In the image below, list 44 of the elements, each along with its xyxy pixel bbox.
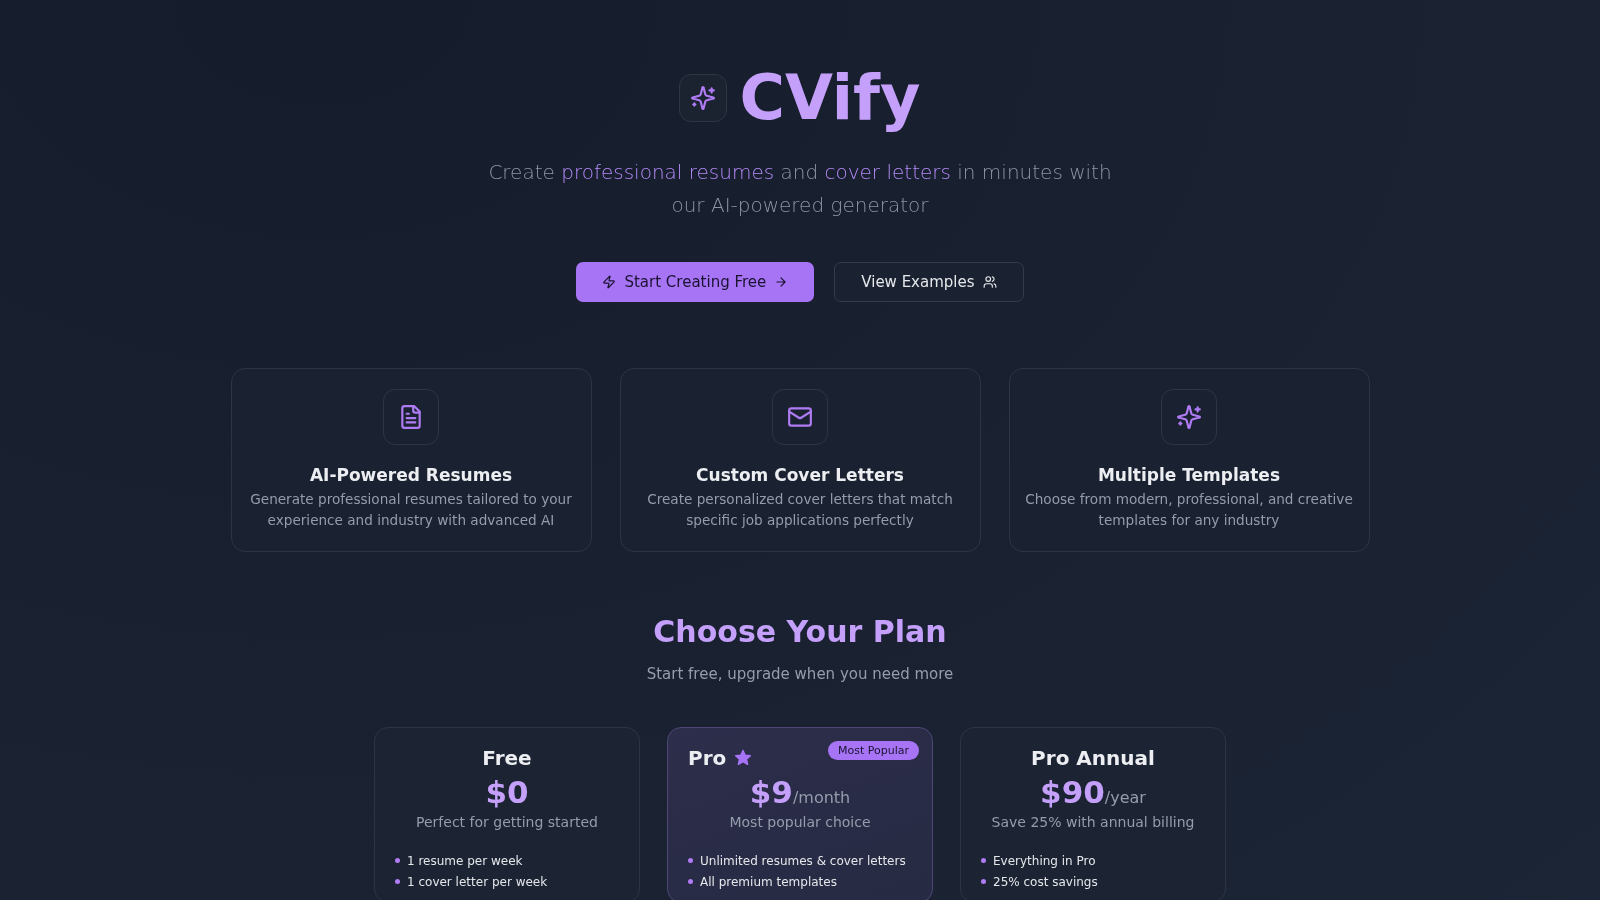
- bullet-dot: [688, 879, 693, 884]
- price-period: /month: [792, 788, 851, 807]
- feature-title: Multiple Templates: [1097, 465, 1281, 485]
- plan-name: Pro Annual: [1031, 746, 1155, 770]
- arrow-right-icon: [774, 275, 789, 289]
- bullet-dot: [395, 858, 400, 863]
- tagline: Create professional resumes and cover letters in minutes with our AI-powered generator: [487, 159, 1113, 219]
- plan-description: Save 25% with annual billing: [991, 814, 1195, 830]
- feature-description: Generate professional resumes tailored to your experience and industry with advanced AI: [249, 490, 573, 530]
- lightning-icon: [602, 275, 617, 289]
- envelope-icon: [787, 404, 813, 430]
- sparkle-icon: [690, 85, 717, 111]
- plan-feature: Unlimited resumes & cover letters: [700, 853, 906, 868]
- star-icon: [734, 749, 753, 767]
- users-icon: [982, 275, 997, 289]
- plan-feature: 1 resume per week: [407, 853, 523, 868]
- plan-name: Pro: [688, 746, 727, 770]
- feature-description: Choose from modern, professional, and creative templates for any industry: [1024, 490, 1354, 530]
- plan-description: Most popular choice: [729, 814, 871, 830]
- plan-badge: Most Popular: [828, 741, 919, 760]
- bullet-dot: [688, 858, 693, 863]
- start-button[interactable]: Start Creating Free: [576, 262, 815, 302]
- feature-title: AI-Powered Resumes: [309, 465, 513, 485]
- feature-title: Custom Cover Letters: [696, 465, 904, 485]
- plan-feature: 25% cost savings: [993, 874, 1098, 889]
- bullet-dot: [981, 879, 986, 884]
- plan-price: $9: [749, 774, 793, 810]
- feature-description: Create personalized cover letters that match specific job applications perfectly: [646, 490, 954, 530]
- bullet-dot: [981, 858, 986, 863]
- examples-button[interactable]: View Examples: [834, 262, 1024, 302]
- plan-description: Perfect for getting started: [416, 814, 598, 830]
- plan-feature: All premium templates: [700, 874, 837, 889]
- price-period: /year: [1104, 788, 1146, 807]
- plan-feature: Everything in Pro: [993, 853, 1096, 868]
- plan-feature: 1 cover letter per week: [407, 874, 548, 889]
- section-subtitle: Start free, upgrade when you need more: [646, 665, 954, 683]
- plan-name: Free: [482, 746, 532, 770]
- section-heading: Choose Your Plan: [653, 614, 947, 649]
- plan-price: $0: [485, 774, 529, 810]
- document-icon: [398, 404, 424, 430]
- bullet-dot: [395, 879, 400, 884]
- brand-name: CVify: [739, 62, 921, 134]
- sparkle-icon: [1176, 404, 1202, 430]
- plan-price: $90: [1040, 774, 1105, 810]
